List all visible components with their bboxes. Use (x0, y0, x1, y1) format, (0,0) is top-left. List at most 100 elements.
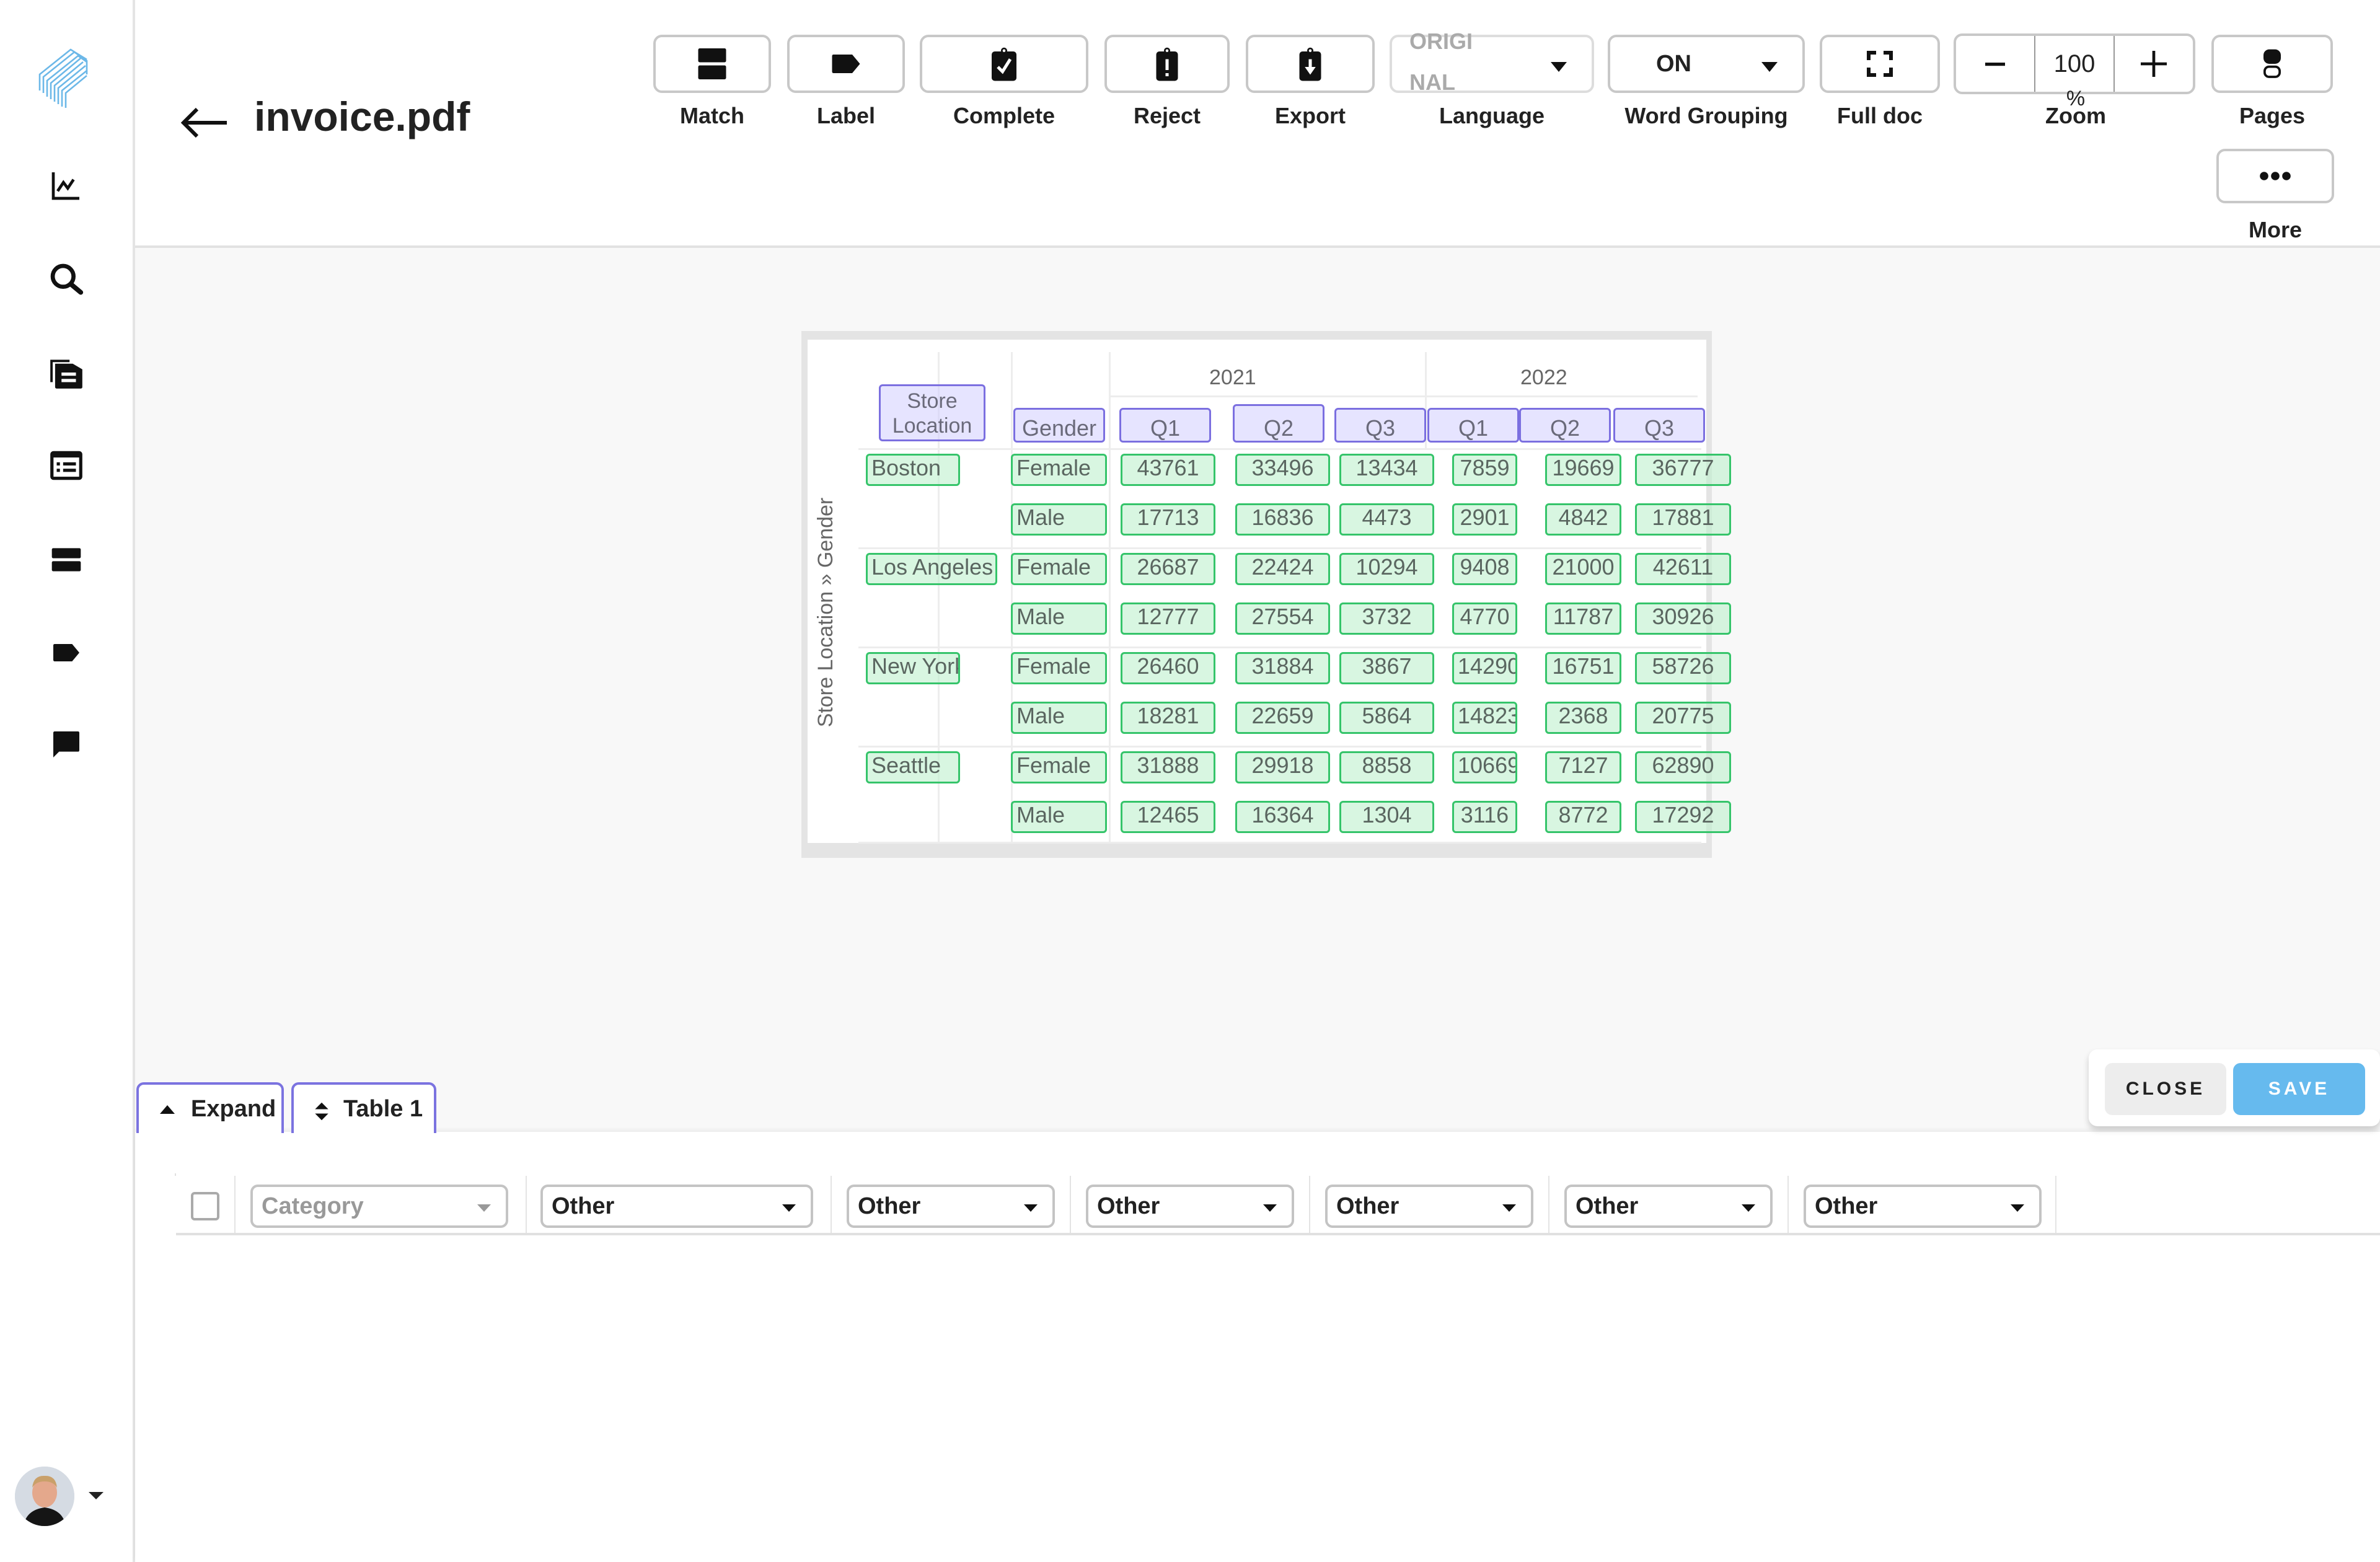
zoom-out-button[interactable] (1956, 36, 2034, 92)
column-type-select[interactable]: Other (847, 1185, 1055, 1228)
value-cell-box[interactable]: 18281 (1121, 702, 1215, 734)
value-cell-box[interactable]: 17292 (1635, 801, 1731, 833)
value-cell-box[interactable]: 9408 (1452, 553, 1517, 585)
match-button[interactable] (653, 35, 771, 93)
location-cell-box[interactable]: Boston (866, 454, 960, 486)
value-cell-box[interactable]: 4473 (1339, 503, 1434, 536)
value-cell-box[interactable]: 13434 (1339, 454, 1434, 486)
value-cell-box[interactable]: 16751 (1545, 652, 1621, 684)
column-type-select[interactable]: Other (540, 1185, 813, 1228)
column-type-select[interactable]: Other (1086, 1185, 1294, 1228)
value-cell-box[interactable]: 19669 (1545, 454, 1621, 486)
value-cell-box[interactable]: 26460 (1121, 652, 1215, 684)
sidebar-item-comments[interactable] (46, 724, 87, 765)
value-cell-box[interactable]: 11787 (1545, 602, 1621, 635)
value-cell-box[interactable]: 5864 (1339, 702, 1434, 734)
value-cell-box[interactable]: 58726 (1635, 652, 1731, 684)
value-cell-box[interactable]: 42611 (1635, 553, 1731, 585)
value-cell-box[interactable]: 17881 (1635, 503, 1731, 536)
value-cell-box[interactable]: 22659 (1235, 702, 1330, 734)
value-cell-box[interactable]: 4770 (1452, 602, 1517, 635)
category-select[interactable]: Category (250, 1185, 508, 1228)
complete-button[interactable] (920, 35, 1088, 93)
value-cell-box[interactable]: 21000 (1545, 553, 1621, 585)
value-cell-box[interactable]: 31888 (1121, 751, 1215, 783)
column-header-box[interactable]: Store Location (879, 384, 985, 441)
sidebar-item-forms[interactable] (46, 445, 87, 486)
value-cell-box[interactable]: 30926 (1635, 602, 1731, 635)
export-button[interactable] (1246, 35, 1375, 93)
value-cell-box[interactable]: 16364 (1235, 801, 1330, 833)
expand-tab[interactable]: Expand (136, 1082, 284, 1133)
table-selector-tab[interactable]: Table 1 (291, 1082, 436, 1133)
value-cell-box[interactable]: 29918 (1235, 751, 1330, 783)
language-select[interactable]: ORIGI NAL (1390, 29, 1594, 95)
value-cell-box[interactable]: 36777 (1635, 454, 1731, 486)
value-cell-box[interactable]: 43761 (1121, 454, 1215, 486)
value-cell-box[interactable]: 26687 (1121, 553, 1215, 585)
value-cell-box[interactable]: 16836 (1235, 503, 1330, 536)
column-header-box[interactable]: Q1 (1427, 408, 1519, 443)
column-header-box[interactable]: Q1 (1119, 408, 1211, 443)
logo-icon[interactable] (31, 43, 105, 112)
value-cell-box[interactable]: 14823 (1452, 702, 1517, 734)
column-type-select[interactable]: Other (1804, 1185, 2042, 1228)
gender-cell-box[interactable]: Male (1011, 503, 1107, 536)
value-cell-box[interactable]: 4842 (1545, 503, 1621, 536)
gender-cell-box[interactable]: Female (1011, 553, 1107, 585)
full-doc-button[interactable] (1820, 35, 1940, 93)
sidebar-item-documents[interactable] (46, 352, 87, 393)
user-menu-caret-icon[interactable] (89, 1492, 104, 1499)
location-cell-box[interactable]: Seattle (866, 751, 960, 783)
value-cell-box[interactable]: 10294 (1339, 553, 1434, 585)
location-cell-box[interactable]: Los Angeles (866, 553, 997, 585)
value-cell-box[interactable]: 22424 (1235, 553, 1330, 585)
value-cell-box[interactable]: 12777 (1121, 602, 1215, 635)
save-button[interactable]: SAVE (2233, 1063, 2365, 1115)
value-cell-box[interactable]: 33496 (1235, 454, 1330, 486)
value-cell-box[interactable]: 3867 (1339, 652, 1434, 684)
word-grouping-select[interactable]: ON (1608, 35, 1805, 93)
gender-cell-box[interactable]: Male (1011, 702, 1107, 734)
more-button[interactable] (2216, 149, 2334, 203)
gender-cell-box[interactable]: Male (1011, 602, 1107, 635)
location-cell-box[interactable]: New York (866, 652, 960, 684)
value-cell-box[interactable]: 14290 (1452, 652, 1517, 684)
label-button[interactable] (787, 35, 905, 93)
user-avatar[interactable] (15, 1467, 74, 1526)
sidebar-item-analytics[interactable] (46, 165, 87, 206)
column-header-box[interactable]: Q2 (1233, 404, 1324, 443)
value-cell-box[interactable]: 27554 (1235, 602, 1330, 635)
gender-cell-box[interactable]: Female (1011, 454, 1107, 486)
zoom-in-button[interactable] (2115, 36, 2193, 92)
column-header-box[interactable]: Q2 (1519, 408, 1611, 443)
sidebar-item-labels[interactable] (46, 632, 87, 673)
column-header-box[interactable]: Q3 (1334, 408, 1426, 443)
value-cell-box[interactable]: 1304 (1339, 801, 1434, 833)
reject-button[interactable] (1104, 35, 1230, 93)
sidebar-item-tables[interactable] (46, 539, 87, 580)
close-button[interactable]: CLOSE (2105, 1063, 2226, 1115)
sidebar-item-search[interactable] (46, 259, 87, 300)
gender-cell-box[interactable]: Male (1011, 801, 1107, 833)
row-checkbox[interactable] (191, 1192, 219, 1220)
gender-cell-box[interactable]: Female (1011, 652, 1107, 684)
value-cell-box[interactable]: 31884 (1235, 652, 1330, 684)
zoom-input[interactable]: 100 (2034, 36, 2115, 92)
gender-cell-box[interactable]: Female (1011, 751, 1107, 783)
column-type-select[interactable]: Other (1564, 1185, 1773, 1228)
column-header-box[interactable]: Gender (1013, 408, 1105, 443)
back-arrow-icon[interactable] (180, 104, 229, 141)
pages-button[interactable] (2211, 35, 2333, 93)
value-cell-box[interactable]: 8772 (1545, 801, 1621, 833)
value-cell-box[interactable]: 10669 (1452, 751, 1517, 783)
value-cell-box[interactable]: 3732 (1339, 602, 1434, 635)
value-cell-box[interactable]: 62890 (1635, 751, 1731, 783)
value-cell-box[interactable]: 20775 (1635, 702, 1731, 734)
value-cell-box[interactable]: 8858 (1339, 751, 1434, 783)
value-cell-box[interactable]: 12465 (1121, 801, 1215, 833)
column-type-select[interactable]: Other (1325, 1185, 1533, 1228)
column-header-box[interactable]: Q3 (1613, 408, 1705, 443)
value-cell-box[interactable]: 2901 (1452, 503, 1517, 536)
value-cell-box[interactable]: 17713 (1121, 503, 1215, 536)
